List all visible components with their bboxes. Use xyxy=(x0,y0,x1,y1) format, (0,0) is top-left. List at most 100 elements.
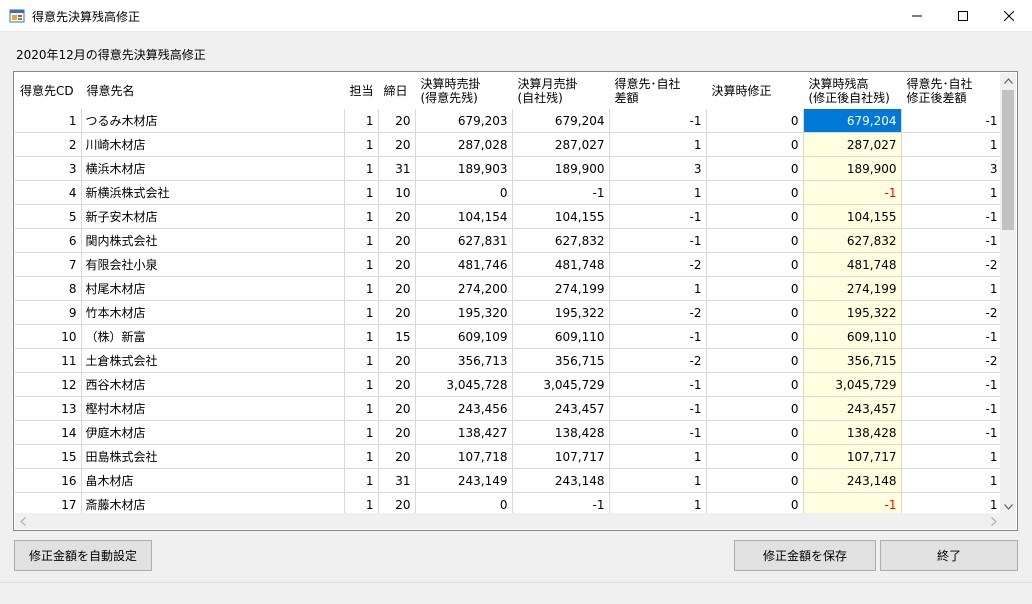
cell-ar[interactable]: 679,203 xyxy=(415,109,513,133)
cell-ar[interactable]: 287,028 xyxy=(415,132,513,157)
cell-bal[interactable]: 107,717 xyxy=(803,444,902,469)
cell-adj[interactable]: 0 xyxy=(706,468,804,493)
cell-ar[interactable]: 481,746 xyxy=(415,252,513,277)
cell-name[interactable]: 関内株式会社 xyxy=(81,228,345,253)
cell-adj[interactable]: 0 xyxy=(706,300,804,325)
cell-close[interactable]: 20 xyxy=(378,420,416,445)
cell-diff2[interactable]: -1 xyxy=(901,204,1002,229)
cell-staff[interactable]: 1 xyxy=(344,109,379,133)
cell-ar_self[interactable]: 243,457 xyxy=(512,396,610,421)
cell-close[interactable]: 31 xyxy=(378,156,416,181)
cell-close[interactable]: 20 xyxy=(378,300,416,325)
cell-cd[interactable]: 15 xyxy=(15,444,82,469)
cell-close[interactable]: 20 xyxy=(378,396,416,421)
cell-adj[interactable]: 0 xyxy=(706,156,804,181)
table-row[interactable]: 5 新子安木材店 1 20 104,154 104,155 -1 0 104,155 -1 xyxy=(15,204,1002,229)
cell-adj[interactable]: 0 xyxy=(706,324,804,349)
cell-cd[interactable]: 11 xyxy=(15,348,82,373)
cell-ar[interactable]: 189,903 xyxy=(415,156,513,181)
cell-diff[interactable]: -2 xyxy=(609,300,707,325)
cell-close[interactable]: 31 xyxy=(378,468,416,493)
cell-bal[interactable]: 189,900 xyxy=(803,156,902,181)
cell-ar_self[interactable]: 287,027 xyxy=(512,132,610,157)
table-row[interactable]: 12 西谷木材店 1 20 3,045,728 3,045,729 -1 0 3,045,729… xyxy=(15,372,1002,397)
cell-bal[interactable]: 627,832 xyxy=(803,228,902,253)
cell-cd[interactable]: 4 xyxy=(15,180,82,205)
cell-adj[interactable]: 0 xyxy=(706,492,804,515)
column-header-close[interactable]: 締日 xyxy=(378,73,416,109)
cell-name[interactable]: 新横浜株式会社 xyxy=(81,180,345,205)
minimize-button[interactable] xyxy=(894,0,940,31)
cell-staff[interactable]: 1 xyxy=(344,228,379,253)
cell-cd[interactable]: 6 xyxy=(15,228,82,253)
cell-diff2[interactable]: 1 xyxy=(901,492,1002,515)
cell-cd[interactable]: 3 xyxy=(15,156,82,181)
cell-staff[interactable]: 1 xyxy=(344,468,379,493)
cell-ar[interactable]: 609,109 xyxy=(415,324,513,349)
exit-button[interactable]: 終了 xyxy=(880,540,1018,571)
cell-ar[interactable]: 195,320 xyxy=(415,300,513,325)
cell-staff[interactable]: 1 xyxy=(344,372,379,397)
table-row[interactable]: 9 竹本木材店 1 20 195,320 195,322 -2 0 195,322 -2 xyxy=(15,300,1002,325)
table-row[interactable]: 14 伊庭木材店 1 20 138,427 138,428 -1 0 138,428 -1 xyxy=(15,420,1002,445)
cell-name[interactable]: 川崎木材店 xyxy=(81,132,345,157)
cell-ar[interactable]: 104,154 xyxy=(415,204,513,229)
cell-adj[interactable]: 0 xyxy=(706,252,804,277)
cell-diff2[interactable]: 1 xyxy=(901,468,1002,493)
cell-ar[interactable]: 138,427 xyxy=(415,420,513,445)
cell-adj[interactable]: 0 xyxy=(706,348,804,373)
cell-adj[interactable]: 0 xyxy=(706,109,804,133)
cell-diff2[interactable]: 1 xyxy=(901,444,1002,469)
cell-ar_self[interactable]: 195,322 xyxy=(512,300,610,325)
cell-diff[interactable]: -1 xyxy=(609,324,707,349)
cell-close[interactable]: 20 xyxy=(378,348,416,373)
maximize-button[interactable] xyxy=(940,0,986,31)
column-header-ar_self[interactable]: 決算月売掛 (自社残) xyxy=(512,73,610,109)
cell-name[interactable]: つるみ木材店 xyxy=(81,109,345,133)
cell-staff[interactable]: 1 xyxy=(344,252,379,277)
cell-close[interactable]: 20 xyxy=(378,132,416,157)
cell-bal[interactable]: 481,748 xyxy=(803,252,902,277)
vertical-scroll-thumb[interactable] xyxy=(1002,90,1014,230)
cell-diff[interactable]: -1 xyxy=(609,372,707,397)
table-row[interactable]: 11 土倉株式会社 1 20 356,713 356,715 -2 0 356,715 -2 xyxy=(15,348,1002,373)
cell-adj[interactable]: 0 xyxy=(706,228,804,253)
cell-name[interactable]: （株）新富 xyxy=(81,324,345,349)
cell-cd[interactable]: 14 xyxy=(15,420,82,445)
cell-cd[interactable]: 7 xyxy=(15,252,82,277)
cell-name[interactable]: 樫村木材店 xyxy=(81,396,345,421)
cell-close[interactable]: 20 xyxy=(378,252,416,277)
cell-close[interactable]: 20 xyxy=(378,228,416,253)
cell-name[interactable]: 畠木材店 xyxy=(81,468,345,493)
cell-diff[interactable]: 3 xyxy=(609,156,707,181)
cell-cd[interactable]: 10 xyxy=(15,324,82,349)
column-header-ar[interactable]: 決算時売掛 (得意先残) xyxy=(415,73,513,109)
cell-ar_self[interactable]: 481,748 xyxy=(512,252,610,277)
cell-adj[interactable]: 0 xyxy=(706,396,804,421)
table-row[interactable]: 17 斎藤木材店 1 20 0 -1 1 0 -1 1 xyxy=(15,492,1002,515)
cell-ar[interactable]: 356,713 xyxy=(415,348,513,373)
cell-name[interactable]: 斎藤木材店 xyxy=(81,492,345,515)
data-grid[interactable]: 得意先CD 得意先名 担当 締日 決算時売掛 (得意先残) 決算月売掛 (自社残) 得意先･自社… xyxy=(13,71,1018,531)
table-row[interactable]: 15 田島株式会社 1 20 107,718 107,717 1 0 107,717 1 xyxy=(15,444,1002,469)
column-header-bal[interactable]: 決算時残高 (修正後自社残) xyxy=(803,73,902,109)
cell-ar[interactable]: 0 xyxy=(415,492,513,515)
cell-ar[interactable]: 274,200 xyxy=(415,276,513,301)
cell-close[interactable]: 20 xyxy=(378,492,416,515)
cell-ar_self[interactable]: 274,199 xyxy=(512,276,610,301)
cell-cd[interactable]: 2 xyxy=(15,132,82,157)
cell-ar_self[interactable]: -1 xyxy=(512,492,610,515)
cell-ar_self[interactable]: 107,717 xyxy=(512,444,610,469)
cell-close[interactable]: 20 xyxy=(378,276,416,301)
cell-bal[interactable]: 243,148 xyxy=(803,468,902,493)
cell-bal[interactable]: 679,204 xyxy=(803,109,902,133)
cell-diff[interactable]: -1 xyxy=(609,228,707,253)
cell-ar_self[interactable]: 356,715 xyxy=(512,348,610,373)
horizontal-scrollbar[interactable] xyxy=(15,513,1002,529)
cell-bal[interactable]: 104,155 xyxy=(803,204,902,229)
cell-bal[interactable]: 609,110 xyxy=(803,324,902,349)
cell-bal[interactable]: 243,457 xyxy=(803,396,902,421)
cell-staff[interactable]: 1 xyxy=(344,300,379,325)
cell-diff2[interactable]: -1 xyxy=(901,372,1002,397)
cell-ar[interactable]: 243,456 xyxy=(415,396,513,421)
